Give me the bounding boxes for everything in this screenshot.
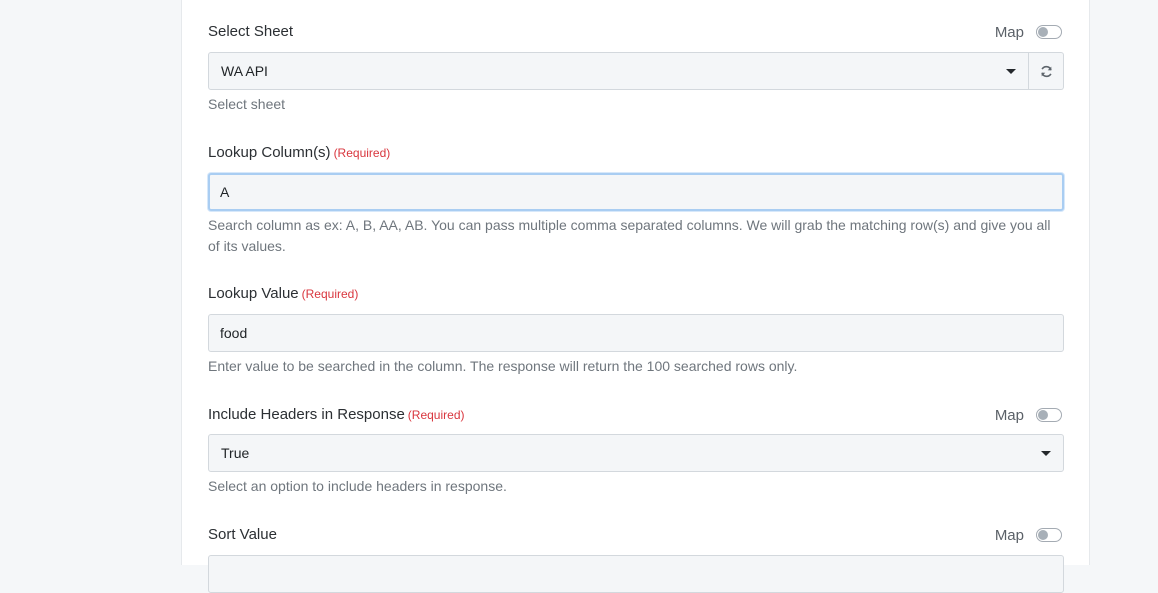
field-help: Select sheet (208, 96, 286, 112)
input-value: food (220, 325, 248, 341)
field-lookup-value: Lookup Value (Required) food Enter value … (208, 283, 1064, 377)
refresh-button[interactable] (1029, 52, 1064, 90)
field-label: Select Sheet (208, 23, 294, 40)
map-label: Map (994, 23, 1024, 41)
sort-value-select-group (208, 555, 1064, 593)
map-toggle[interactable] (1036, 528, 1062, 542)
chevron-down-icon (1041, 451, 1051, 456)
label-row: Lookup Column(s) (Required) (208, 142, 1064, 164)
label-row: Include Headers in Response (Required) Ma… (208, 404, 1064, 426)
required-marker: (Required) (333, 146, 391, 160)
field-sort-value: Sort Value Map (208, 524, 1064, 593)
select-value: True (221, 445, 250, 461)
field-help: Search column as ex: A, B, AA, AB. You c… (208, 217, 1051, 254)
map-toggle[interactable] (1036, 408, 1062, 422)
map-label: Map (994, 526, 1024, 544)
input-value: A (220, 184, 230, 200)
field-lookup-column: Lookup Column(s) (Required) A Search colu… (208, 142, 1064, 257)
field-help: Select an option to include headers in r… (208, 478, 507, 494)
toggle-knob (1038, 27, 1048, 37)
map-toggle-group: Map (995, 404, 1062, 426)
field-label: Include Headers in Response (Required) (208, 406, 465, 423)
field-select-sheet: Select Sheet Map WA API Select sheet (208, 21, 1064, 115)
label-row: Sort Value Map (208, 524, 1064, 546)
refresh-icon (1040, 65, 1052, 77)
map-toggle-group: Map (995, 524, 1062, 546)
map-toggle-group: Map (995, 21, 1062, 43)
field-label: Lookup Column(s) (Required) (208, 144, 390, 161)
field-help: Enter value to be searched in the column… (208, 358, 798, 374)
lookup-value-input[interactable]: food (208, 314, 1064, 352)
include-headers-select[interactable]: True (208, 434, 1064, 472)
required-marker: (Required) (407, 408, 465, 422)
sheet-select[interactable]: WA API (208, 52, 1029, 90)
sheet-select-group: WA API (208, 52, 1064, 90)
required-marker: (Required) (301, 287, 359, 301)
field-label: Sort Value (208, 526, 277, 543)
toggle-knob (1038, 530, 1048, 540)
field-include-headers: Include Headers in Response (Required) Ma… (208, 404, 1064, 497)
label-row: Select Sheet Map (208, 21, 1064, 43)
form-panel: Select Sheet Map WA API Select sheet Loo… (181, 0, 1090, 593)
map-toggle[interactable] (1036, 25, 1062, 39)
select-value: WA API (221, 63, 268, 79)
label-row: Lookup Value (Required) (208, 283, 1064, 305)
field-label: Lookup Value (Required) (208, 285, 358, 302)
field-label-text: Include Headers in Response (208, 406, 405, 423)
toggle-knob (1038, 410, 1048, 420)
chevron-down-icon (1006, 69, 1016, 74)
field-label-text: Lookup Column(s) (208, 144, 331, 161)
lookup-column-input[interactable]: A (208, 173, 1064, 211)
sort-value-select[interactable] (208, 555, 1064, 593)
map-label: Map (994, 406, 1024, 424)
field-label-text: Lookup Value (208, 285, 299, 302)
headers-select-group: True (208, 434, 1064, 472)
